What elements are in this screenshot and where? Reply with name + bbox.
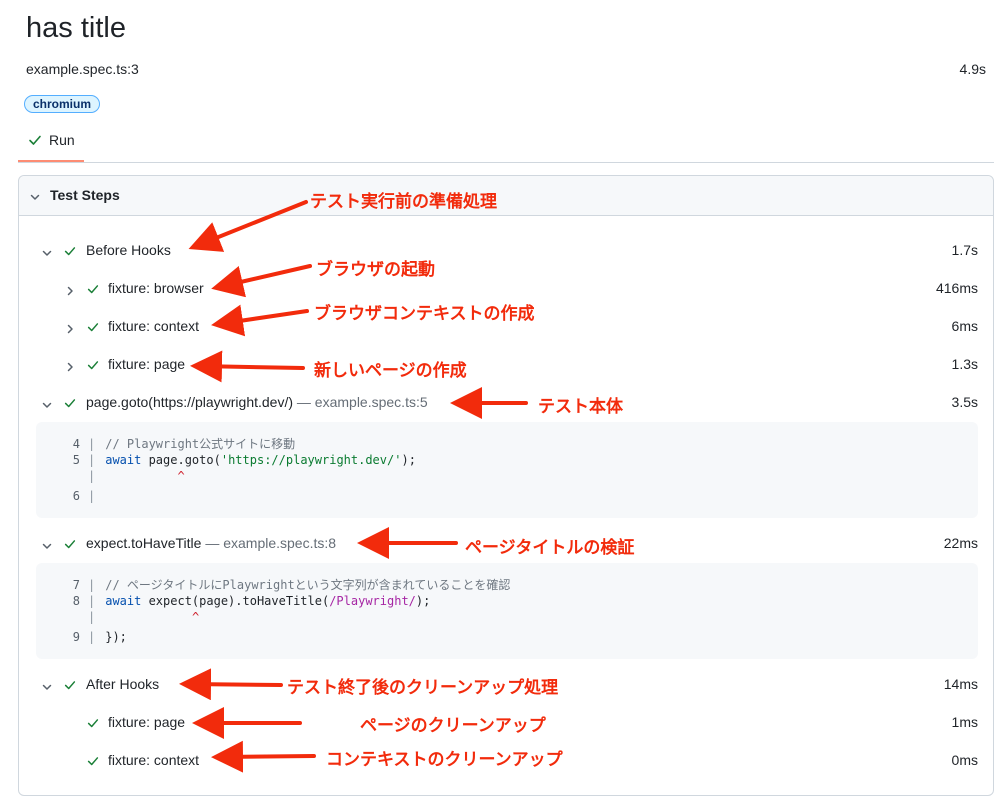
- annotation-label: ブラウザコンテキストの作成: [314, 304, 535, 323]
- annotation-label: テスト本体: [538, 397, 623, 416]
- arrow-line: [211, 264, 312, 298]
- annotation-label: ブラウザの起動: [316, 260, 435, 279]
- annotation-label: ページタイトルの検証: [465, 538, 635, 557]
- arrow-line: [188, 200, 308, 252]
- arrow-line: [211, 304, 309, 337]
- arrow-line: [211, 740, 316, 773]
- annotation-label: テスト終了後のクリーンアップ処理: [287, 678, 559, 697]
- annotation-label: コンテキストのクリーンアップ: [326, 750, 563, 769]
- annotation-label: テスト実行前の準備処理: [310, 192, 497, 211]
- annotation-label: 新しいページの作成: [314, 361, 467, 380]
- arrow-line: [179, 668, 283, 701]
- annotation-label: ページのクリーンアップ: [360, 716, 546, 735]
- arrow-line: [190, 350, 305, 383]
